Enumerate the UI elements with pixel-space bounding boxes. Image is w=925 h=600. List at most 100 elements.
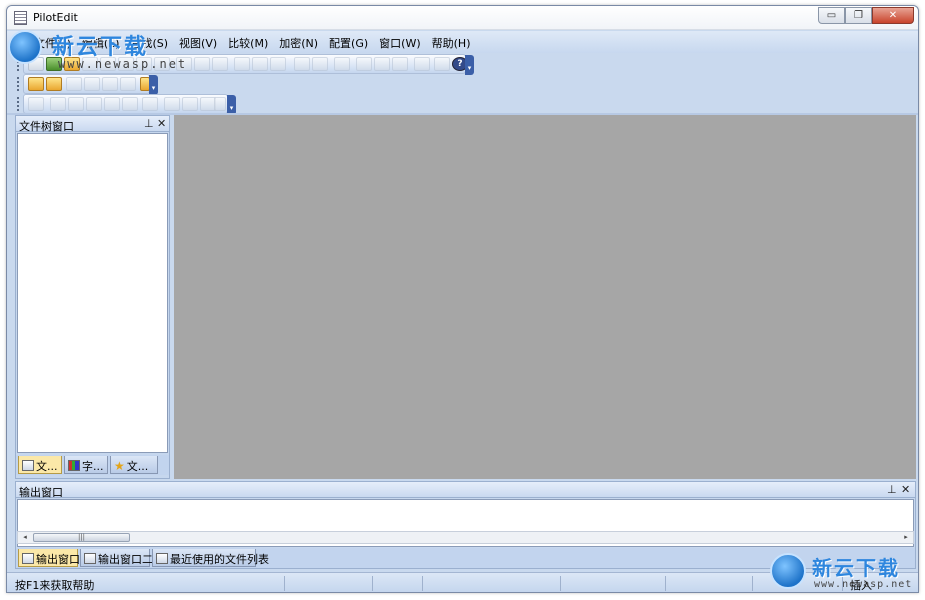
scroll-thumb[interactable]: ||| (33, 533, 130, 542)
recent-files-icon (156, 553, 168, 564)
align-center-icon[interactable] (84, 77, 100, 91)
tab-output-2[interactable]: 输出窗口二 (80, 549, 153, 567)
toolbar2-grip[interactable] (17, 77, 20, 91)
clock-icon[interactable] (142, 97, 158, 111)
tab-recent-files-label: 最近使用的文件列表 (170, 553, 269, 566)
settings-icon[interactable] (68, 97, 84, 111)
play-macro-icon[interactable] (50, 97, 66, 111)
maximize-button[interactable]: ❐ (845, 7, 872, 24)
tab-favorites[interactable]: ★ 文... (110, 456, 158, 474)
print-icon[interactable] (100, 57, 116, 71)
align-left-icon[interactable] (66, 77, 82, 91)
output-close-icon[interactable]: ✕ (901, 483, 910, 496)
file-tree-pane: 文件树窗口 ⊥ ✕ 文... 字... ★ 文... (15, 115, 170, 479)
outdent-icon[interactable] (312, 57, 328, 71)
tab-recent-files[interactable]: 最近使用的文件列表 (152, 549, 269, 567)
scroll-left-button[interactable]: ◂ (18, 532, 32, 543)
status-separator (372, 576, 373, 591)
indent-icon[interactable] (294, 57, 310, 71)
tab-file-tree[interactable]: 文... (18, 456, 62, 474)
output-title: 输出窗口 (19, 486, 63, 499)
minimize-button[interactable]: ▭ (818, 7, 845, 24)
file-tree-tabs: 文... 字... ★ 文... (16, 455, 169, 475)
word-wrap-icon[interactable] (414, 57, 430, 71)
close-file-icon[interactable] (118, 57, 134, 71)
toolbar1-overflow-button[interactable]: ▾ (465, 55, 474, 75)
hex-mode-icon[interactable] (434, 57, 450, 71)
menu-compare[interactable]: 比较(M) (223, 35, 274, 51)
new-file-icon[interactable] (28, 57, 44, 71)
cut-icon[interactable] (176, 57, 192, 71)
status-separator (842, 576, 843, 591)
output-tabs: 输出窗口 输出窗口二 最近使用的文件列表 (16, 548, 915, 568)
record-macro-icon[interactable] (28, 97, 44, 111)
output-pin-icon[interactable]: ⊥ (887, 483, 897, 496)
file-tree-close-icon[interactable]: ✕ (157, 117, 166, 130)
folder-icon[interactable] (46, 77, 62, 91)
menu-view[interactable]: 视图(V) (174, 35, 223, 51)
bookmark-icon[interactable] (334, 57, 350, 71)
toolbar3-overflow-button[interactable]: ▾ (227, 95, 236, 115)
menu-search[interactable]: 查找(S) (125, 35, 174, 51)
save-icon[interactable] (64, 57, 80, 71)
menubar-grip[interactable] (15, 35, 18, 49)
status-separator (560, 576, 561, 591)
menu-config[interactable]: 配置(G) (324, 35, 374, 51)
file-tree-view[interactable] (17, 133, 168, 453)
tab-favorites-label: 文... (126, 460, 149, 473)
find-icon[interactable] (234, 57, 250, 71)
compare-next-icon[interactable] (374, 57, 390, 71)
menu-encrypt[interactable]: 加密(N) (274, 35, 324, 51)
menu-edit[interactable]: 编辑(E) (77, 35, 126, 51)
close-button[interactable]: ✕ (872, 7, 914, 24)
paste-icon[interactable] (212, 57, 228, 71)
move-up-icon[interactable] (104, 97, 120, 111)
menu-bar: 文件(F) 编辑(E) 查找(S) 视图(V) 比较(M) 加密(N) 配置(G… (7, 31, 918, 53)
title-bar[interactable]: PilotEdit ▭ ❐ ✕ (7, 6, 918, 30)
compare-prev-icon[interactable] (392, 57, 408, 71)
justify-icon[interactable] (120, 77, 136, 91)
menu-file[interactable]: 文件(F) (29, 35, 77, 51)
file-tree-header[interactable]: 文件树窗口 ⊥ ✕ (16, 116, 169, 133)
toolbar3-grip[interactable] (17, 97, 20, 111)
copy-icon[interactable] (194, 57, 210, 71)
menu-help[interactable]: 帮助(H) (427, 35, 477, 51)
save-all-icon[interactable] (82, 57, 98, 71)
sort-az-icon[interactable] (86, 97, 102, 111)
tab-fonts[interactable]: 字... (64, 456, 108, 474)
pin-icon[interactable]: ⊥ (144, 117, 154, 130)
align-right-icon[interactable] (102, 77, 118, 91)
redo-icon[interactable] (154, 57, 170, 71)
output-header[interactable]: 输出窗口 ⊥ ✕ (16, 482, 915, 499)
find-in-files-icon[interactable] (270, 57, 286, 71)
replace-icon[interactable] (252, 57, 268, 71)
column-mode-icon[interactable] (164, 97, 180, 111)
editor-workspace[interactable] (174, 115, 916, 479)
chart-icon (68, 460, 80, 471)
menu-window[interactable]: 窗口(W) (374, 35, 426, 51)
window-tile-icon[interactable] (214, 97, 226, 111)
main-toolbar: ? ▾ (23, 54, 474, 75)
menu-items: 文件(F) 编辑(E) 查找(S) 视图(V) 比较(M) 加密(N) 配置(G… (29, 35, 476, 51)
open-file-icon[interactable] (46, 57, 62, 71)
app-icon (14, 11, 27, 25)
output-horizontal-scrollbar[interactable]: ◂ ||| ▸ (17, 531, 914, 544)
status-separator (422, 576, 423, 591)
list-icon[interactable] (122, 97, 138, 111)
window-title: PilotEdit (33, 11, 78, 24)
format-toolbar: ▾ (23, 74, 158, 95)
tab-output-1-label: 输出窗口 (36, 553, 80, 566)
edit-toolbar: ▾ (23, 94, 236, 115)
toolbar1-grip[interactable] (17, 57, 20, 71)
toolbar2-overflow-button[interactable]: ▾ (149, 75, 158, 95)
tab-output-1[interactable]: 输出窗口 (18, 549, 80, 567)
expand-icon[interactable] (182, 97, 198, 111)
tab-output-2-label: 输出窗口二 (98, 553, 153, 566)
project-icon[interactable] (28, 77, 44, 91)
compare-icon[interactable] (356, 57, 372, 71)
scroll-right-button[interactable]: ▸ (899, 532, 913, 543)
status-help-text: 按F1来获取帮助 (15, 579, 95, 592)
status-bar: 按F1来获取帮助 插入 (7, 572, 918, 592)
status-insert-mode: 插入 (850, 579, 872, 592)
undo-icon[interactable] (136, 57, 152, 71)
